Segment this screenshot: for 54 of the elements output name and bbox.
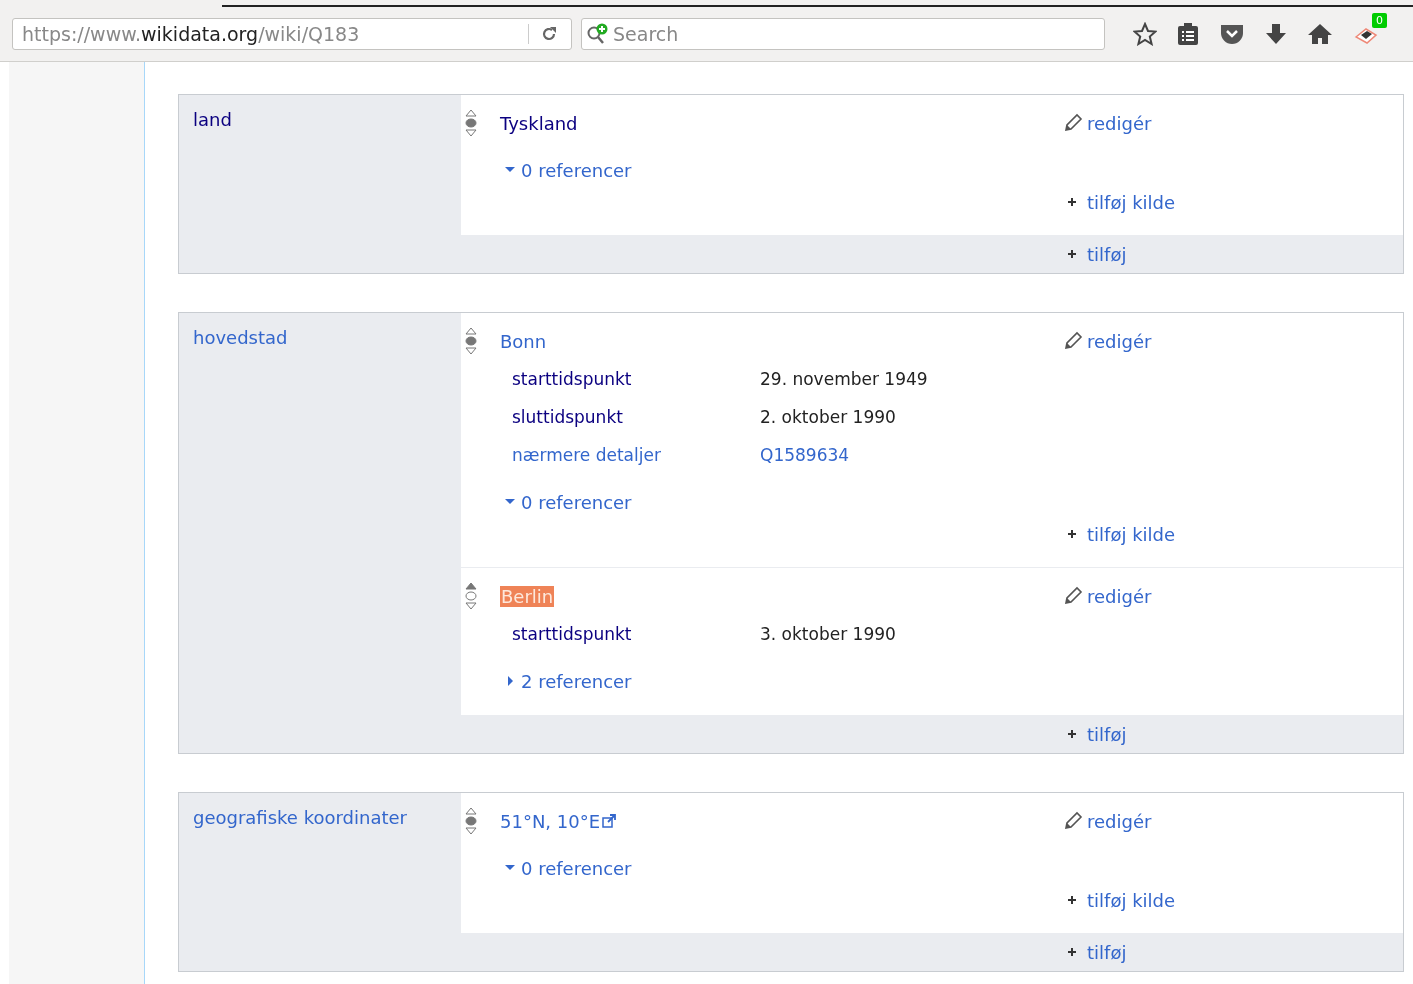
references-toggle[interactable]: 0 referencer: [505, 491, 632, 513]
value-link[interactable]: 51°N, 10°E: [500, 810, 617, 832]
edit-link[interactable]: redigér: [1063, 330, 1152, 352]
notification-badge: 0: [1372, 13, 1387, 28]
edit-link[interactable]: redigér: [1063, 810, 1152, 832]
qualifier-value: 2. oktober 1990: [760, 407, 896, 427]
rank-icon[interactable]: [464, 109, 478, 137]
edit-link[interactable]: redigér: [1063, 585, 1152, 607]
qualifier-value-link[interactable]: Q1589634: [760, 445, 850, 465]
qualifier-value: 3. oktober 1990: [760, 624, 896, 644]
qualifier-property-link[interactable]: nærmere detaljer: [512, 445, 760, 465]
search-icon: [586, 23, 610, 45]
value-link[interactable]: Bonn: [500, 330, 547, 352]
pencil-icon: [1063, 586, 1083, 606]
clipboard-icon[interactable]: [1177, 22, 1199, 46]
pencil-icon: [1063, 113, 1083, 133]
edit-link[interactable]: redigér: [1063, 112, 1152, 134]
plus-icon: [1067, 729, 1077, 739]
property-link[interactable]: geografiske koordinater: [193, 807, 407, 828]
references-toggle[interactable]: 2 referencer: [505, 670, 632, 692]
add-source-link[interactable]: tilføj kilde: [1067, 889, 1176, 911]
reload-icon[interactable]: [541, 26, 557, 42]
address-bar[interactable]: https://www.wikidata.org/wiki/Q183: [12, 18, 572, 50]
add-source-link[interactable]: tilføj kilde: [1067, 191, 1176, 213]
qualifier-value: 29. november 1949: [760, 369, 928, 389]
plus-icon: [1067, 249, 1077, 259]
download-icon[interactable]: [1265, 22, 1287, 46]
star-icon[interactable]: [1133, 22, 1157, 46]
value-link[interactable]: Tyskland: [500, 112, 578, 134]
qualifier-property-link[interactable]: starttidspunkt: [512, 624, 760, 644]
home-icon[interactable]: [1307, 22, 1333, 46]
add-statement-link[interactable]: tilføj: [1067, 723, 1127, 745]
plus-icon: [1067, 895, 1077, 905]
plus-icon: [1067, 529, 1077, 539]
plus-icon: [1067, 947, 1077, 957]
add-statement-link[interactable]: tilføj: [1067, 243, 1127, 265]
property-link[interactable]: hovedstad: [193, 327, 288, 348]
qualifier-property-link[interactable]: sluttidspunkt: [512, 407, 760, 427]
pencil-icon: [1063, 331, 1083, 351]
rank-icon[interactable]: [464, 327, 478, 355]
rank-icon[interactable]: [464, 582, 478, 610]
add-source-link[interactable]: tilføj kilde: [1067, 523, 1176, 545]
pocket-icon[interactable]: [1219, 22, 1245, 46]
search-field[interactable]: Search: [581, 18, 1105, 50]
add-statement-link[interactable]: tilføj: [1067, 941, 1127, 963]
qualifier-property-link[interactable]: starttidspunkt: [512, 369, 760, 389]
rank-icon[interactable]: [464, 807, 478, 835]
property-link[interactable]: land: [193, 109, 232, 130]
plus-icon: [1067, 197, 1077, 207]
external-link-icon[interactable]: [602, 813, 617, 828]
references-toggle[interactable]: 0 referencer: [505, 159, 632, 181]
pencil-icon: [1063, 811, 1083, 831]
url-text: https://www.wikidata.org/wiki/Q183: [22, 23, 361, 45]
references-toggle[interactable]: 0 referencer: [505, 857, 632, 879]
